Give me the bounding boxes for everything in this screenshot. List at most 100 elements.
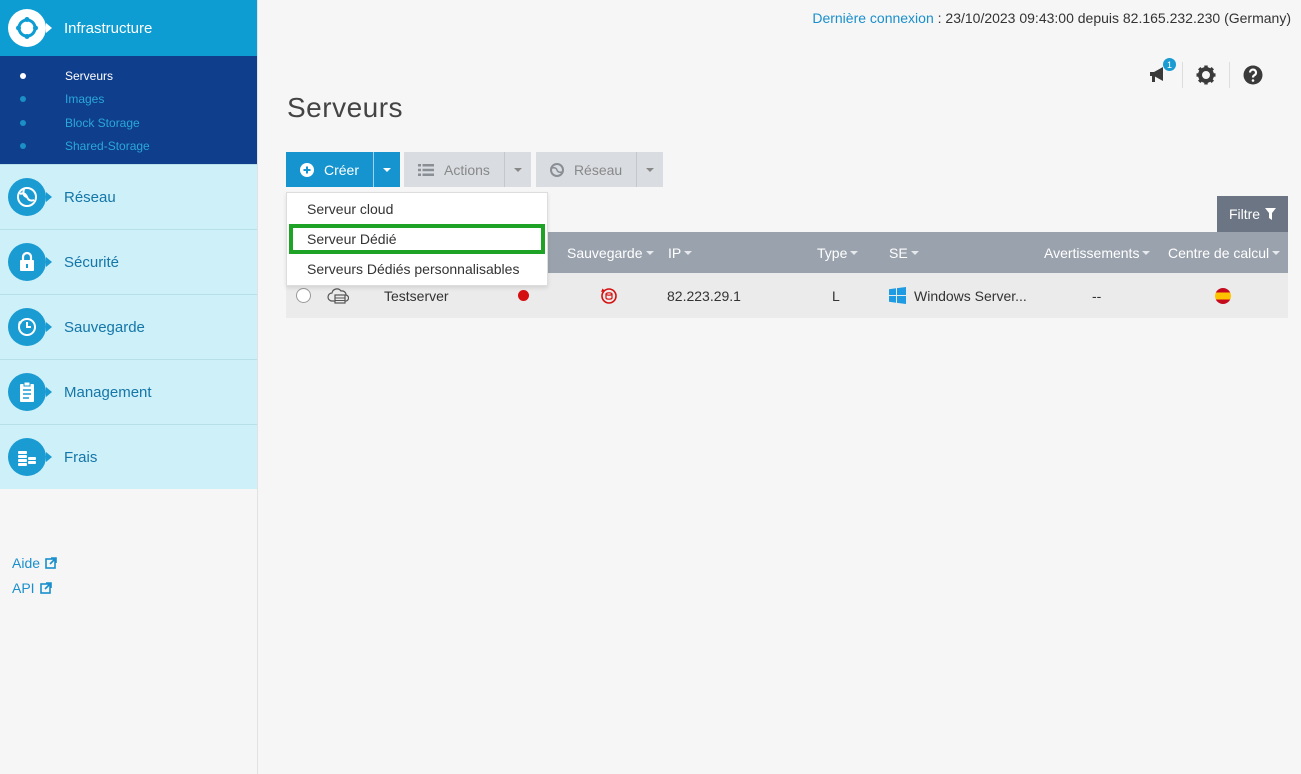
- subnav-item-label: Serveurs: [65, 68, 114, 83]
- backup-clock-icon: [8, 308, 52, 346]
- server-os-label: Windows Server...: [914, 287, 1027, 304]
- coins-icon: [8, 438, 52, 476]
- bullet-icon: [20, 143, 26, 150]
- subnav-item-serveurs[interactable]: Serveurs: [0, 64, 257, 88]
- help-button[interactable]: [1230, 62, 1276, 88]
- network-dropdown-toggle[interactable]: [636, 152, 663, 187]
- sort-caret-icon: [684, 250, 693, 255]
- bullet-icon: [20, 72, 26, 79]
- actions-button-label: Actions: [444, 161, 490, 178]
- list-icon: [418, 163, 435, 176]
- actions-button-group: Actions: [404, 152, 531, 187]
- nav-infrastructure[interactable]: Infrastructure: [0, 0, 257, 56]
- nav-sauvegarde-label: Sauvegarde: [64, 318, 145, 336]
- sidebar-links: Aide API: [12, 550, 57, 600]
- server-os: Windows Server...: [889, 273, 1027, 318]
- subnav-item-label: Shared-Storage: [65, 139, 150, 154]
- backup-status-icon: [600, 273, 618, 318]
- gear-icon: [1196, 65, 1216, 85]
- funnel-icon: [1265, 208, 1277, 220]
- server-ip: 82.223.29.1: [667, 287, 741, 304]
- last-login-label[interactable]: Dernière connexion: [812, 10, 933, 26]
- top-icons: 1: [1136, 58, 1276, 88]
- create-dropdown-toggle[interactable]: [373, 152, 400, 187]
- announcements-button[interactable]: 1: [1136, 58, 1182, 88]
- menu-item-custom-dedicated-servers[interactable]: Serveurs Dédiés personnalisables: [287, 254, 547, 284]
- column-header-backup[interactable]: Sauvegarde: [567, 232, 654, 273]
- create-dropdown-menu: Serveur cloud Serveur Dédié Serveurs Déd…: [286, 192, 548, 286]
- actions-dropdown-toggle[interactable]: [503, 152, 531, 187]
- network-globe-icon: [549, 162, 564, 177]
- sort-caret-icon: [1272, 250, 1281, 255]
- sidebar: Infrastructure Serveurs Images Block Sto…: [0, 0, 258, 774]
- subnav-item-shared-storage[interactable]: Shared-Storage: [0, 135, 257, 159]
- server-type: L: [832, 287, 840, 304]
- sort-caret-icon: [910, 250, 919, 255]
- status-dot-icon: [518, 290, 529, 301]
- subnav-item-label: Block Storage: [65, 115, 140, 130]
- menu-item-dedicated-server[interactable]: Serveur Dédié: [289, 224, 545, 254]
- create-button-group: Créer: [286, 152, 401, 187]
- clipboard-icon: [8, 373, 52, 411]
- subnav-item-block-storage[interactable]: Block Storage: [0, 111, 257, 135]
- nav-infrastructure-label: Infrastructure: [64, 19, 153, 37]
- column-header-os[interactable]: SE: [889, 232, 919, 273]
- last-login-info: Dernière connexion : 23/10/2023 09:43:00…: [812, 10, 1291, 26]
- plus-circle-icon: [300, 162, 314, 177]
- external-link-icon: [39, 581, 52, 594]
- sort-caret-icon: [850, 250, 859, 255]
- nav-reseau-label: Réseau: [64, 188, 116, 206]
- nav-securite[interactable]: Sécurité: [0, 229, 257, 294]
- nav-management-label: Management: [64, 383, 152, 401]
- windows-icon: [889, 287, 906, 304]
- radio-button[interactable]: [296, 288, 311, 303]
- network-button-group: Réseau: [535, 152, 664, 187]
- actions-button[interactable]: Actions: [404, 152, 504, 187]
- help-link-label: Aide: [12, 554, 41, 571]
- nav-sauvegarde[interactable]: Sauvegarde: [0, 294, 257, 359]
- subnav-item-label: Images: [65, 92, 105, 107]
- subnav-item-images[interactable]: Images: [0, 88, 257, 112]
- column-header-label: Avertissements: [1044, 244, 1140, 261]
- nav-management[interactable]: Management: [0, 359, 257, 424]
- api-link[interactable]: API: [12, 575, 57, 600]
- chevron-down-icon: [383, 167, 392, 172]
- spain-flag-icon: [1215, 287, 1231, 304]
- filter-button[interactable]: Filtre: [1217, 196, 1288, 232]
- column-header-ip[interactable]: IP: [668, 232, 693, 273]
- settings-button[interactable]: [1183, 62, 1229, 88]
- chevron-down-icon: [646, 167, 655, 172]
- column-header-label: Type: [817, 244, 848, 261]
- chevron-down-icon: [513, 167, 522, 172]
- page-title: Serveurs: [287, 92, 404, 123]
- column-header-label: Centre de calcul: [1168, 244, 1270, 261]
- create-button-label: Créer: [324, 161, 360, 178]
- nav-reseau[interactable]: Réseau: [0, 164, 257, 229]
- nav-securite-label: Sécurité: [64, 253, 120, 271]
- column-header-label: SE: [889, 244, 908, 261]
- subnav: Serveurs Images Block Storage Shared-Sto…: [0, 56, 257, 164]
- column-header-label: IP: [668, 244, 682, 261]
- api-link-label: API: [12, 579, 35, 596]
- bullet-icon: [20, 96, 26, 103]
- sort-caret-icon: [645, 250, 654, 255]
- last-login-value: : 23/10/2023 09:43:00 depuis 82.165.232.…: [933, 10, 1291, 26]
- network-globe-icon: [8, 178, 52, 216]
- toolbar: Créer Actions Réseau: [286, 152, 664, 187]
- column-header-type[interactable]: Type: [817, 232, 859, 273]
- network-button[interactable]: Réseau: [536, 152, 636, 187]
- network-button-label: Réseau: [573, 161, 623, 178]
- menu-item-cloud-server[interactable]: Serveur cloud: [287, 194, 547, 224]
- column-header-warnings[interactable]: Avertissements: [1044, 232, 1151, 273]
- create-button[interactable]: Créer: [286, 152, 373, 187]
- help-link[interactable]: Aide: [12, 550, 57, 575]
- column-header-datacenter[interactable]: Centre de calcul: [1168, 232, 1281, 273]
- nav-frais[interactable]: Frais: [0, 424, 257, 489]
- server-warnings: --: [1092, 287, 1102, 304]
- question-icon: [1243, 65, 1263, 85]
- sort-caret-icon: [1142, 250, 1151, 255]
- nav-frais-label: Frais: [64, 448, 98, 466]
- column-header-label: Sauvegarde: [567, 244, 643, 261]
- notification-badge: 1: [1163, 58, 1176, 71]
- datacenter-flag: [1215, 273, 1231, 318]
